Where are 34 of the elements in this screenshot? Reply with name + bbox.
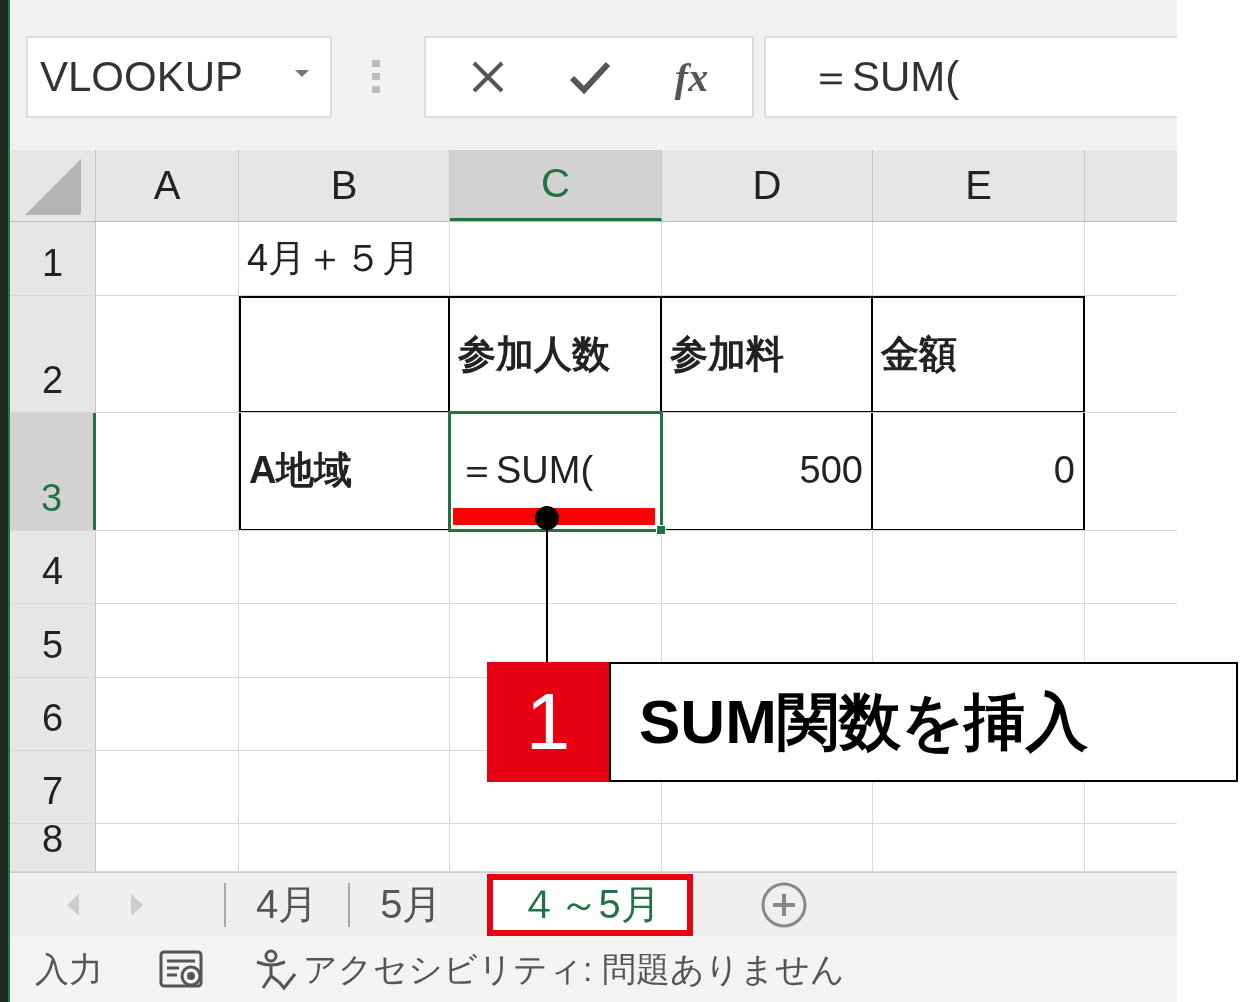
add-sheet-icon[interactable] bbox=[760, 881, 807, 928]
insert-function-button[interactable]: fx bbox=[674, 53, 709, 101]
row-header[interactable]: 2 bbox=[10, 295, 96, 412]
table-cell: 参加人数 bbox=[450, 295, 662, 412]
accessibility-status[interactable]: アクセシビリティ: 問題ありません bbox=[303, 946, 845, 993]
column-header[interactable]: A bbox=[96, 149, 239, 221]
row-header[interactable]: 1 bbox=[10, 221, 96, 295]
row-header[interactable]: 3 bbox=[10, 412, 96, 530]
caret-icon bbox=[294, 68, 310, 78]
grip-icon bbox=[372, 60, 380, 94]
formula-field[interactable]: ＝SUM( bbox=[764, 36, 1177, 118]
step-number: 1 bbox=[487, 661, 609, 782]
column-header[interactable]: D bbox=[662, 149, 873, 221]
table-cell: 参加料 bbox=[662, 295, 873, 412]
row-header[interactable]: 5 bbox=[10, 603, 96, 677]
row-header[interactable]: 8 bbox=[10, 823, 96, 871]
callout-text: SUM関数を挿入 bbox=[609, 661, 1238, 782]
sheet-tab[interactable]: 4月 bbox=[226, 873, 349, 936]
row-header[interactable]: 7 bbox=[10, 750, 96, 823]
name-box[interactable]: VLOOKUP bbox=[26, 36, 332, 118]
cell-text: 4月＋５月 bbox=[246, 236, 422, 282]
sheet-tab[interactable]: 5月 bbox=[350, 873, 473, 936]
macro-record-icon[interactable] bbox=[159, 949, 205, 990]
check-icon[interactable] bbox=[569, 60, 612, 94]
table-cell: A地域 bbox=[239, 412, 450, 530]
sheet-tab[interactable]: ４～5月 bbox=[486, 873, 693, 936]
row-header[interactable]: 6 bbox=[10, 677, 96, 750]
table-cell: 金額 bbox=[873, 295, 1085, 412]
table-cell: 500 bbox=[662, 412, 873, 530]
table-cell: 0 bbox=[873, 412, 1085, 530]
column-header[interactable]: C bbox=[450, 149, 662, 221]
row-header[interactable]: 4 bbox=[10, 530, 96, 603]
column-header[interactable]: E bbox=[873, 149, 1085, 221]
status-mode: 入力 bbox=[35, 948, 103, 990]
